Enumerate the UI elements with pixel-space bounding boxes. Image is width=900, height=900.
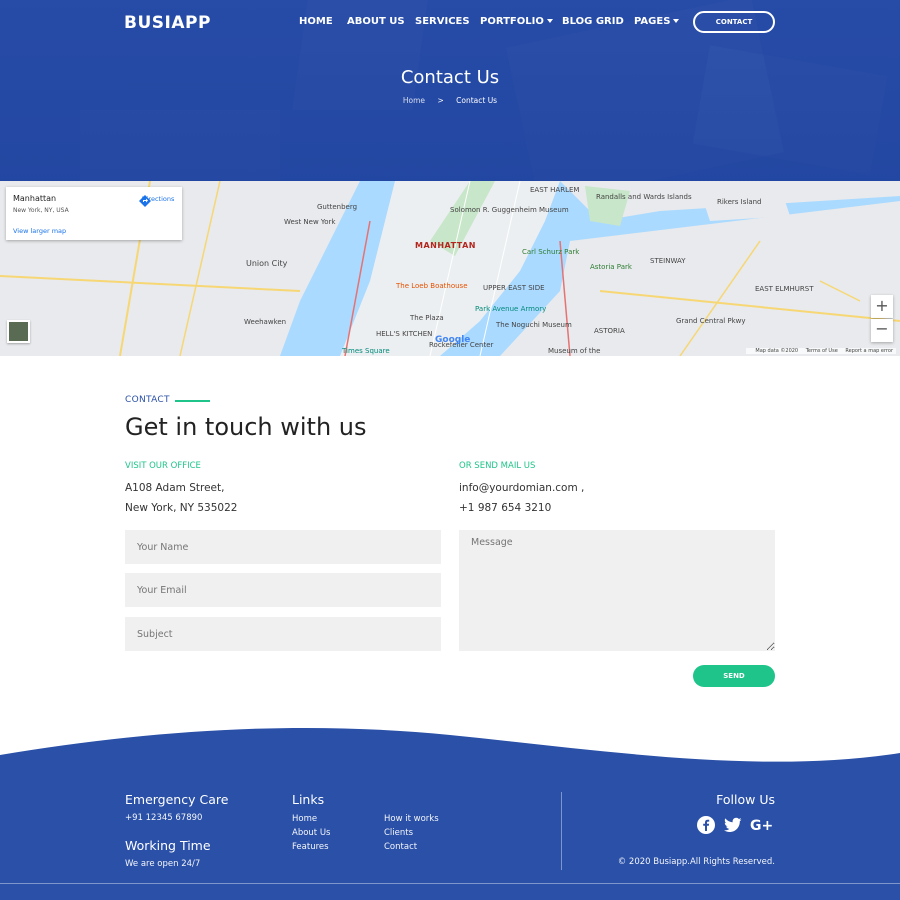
nav-portfolio-label: PORTFOLIO <box>480 16 544 27</box>
map-label-guttenberg: Guttenberg <box>317 203 358 211</box>
map-label-upper-east-side: UPPER EAST SIDE <box>483 284 545 292</box>
google-plus-icon[interactable]: G+ <box>750 816 772 834</box>
map-label-east-harlem: EAST HARLEM <box>530 186 580 194</box>
report-map-error-link[interactable]: Report a map error <box>845 348 893 354</box>
nav-services[interactable]: SERVICES <box>415 16 470 27</box>
working-time-title: Working Time <box>125 838 211 853</box>
eyebrow-divider <box>175 400 210 402</box>
map-label-randalls: Randalls and Wards Islands <box>596 193 692 201</box>
map-label-noguchi-museum: The Noguchi Museum <box>496 321 572 329</box>
email-field[interactable] <box>125 573 441 607</box>
map-card-subtitle: New York, NY, USA <box>13 207 69 214</box>
nav-blog-grid[interactable]: BLOG GRID <box>562 16 624 27</box>
nav-about-us[interactable]: ABOUT US <box>347 16 405 27</box>
map-label-guggenheim: Solomon R. Guggenheim Museum <box>450 206 569 214</box>
emergency-phone: +91 12345 67890 <box>125 813 203 823</box>
section-eyebrow: CONTACT <box>125 395 170 405</box>
footer-bottom-line <box>0 883 900 884</box>
follow-us-title: Follow Us <box>716 792 775 807</box>
hero-banner: BUSIAPP HOME ABOUT US SERVICES PORTFOLIO… <box>0 0 900 181</box>
zoom-out-button[interactable]: − <box>871 319 893 342</box>
map-attribution: Map data ©2020 Terms of Use Report a map… <box>746 348 896 354</box>
chevron-down-icon <box>673 19 680 23</box>
name-field[interactable] <box>125 530 441 564</box>
map-label-steinway: STEINWAY <box>650 257 686 265</box>
footer-link-how-it-works[interactable]: How it works <box>384 814 439 824</box>
footer-link-about-us[interactable]: About Us <box>292 828 330 838</box>
map-label-astoria-park: Astoria Park <box>590 263 632 271</box>
terms-of-use-link[interactable]: Terms of Use <box>806 348 838 354</box>
breadcrumb-separator: > <box>437 96 444 105</box>
map-label-hells-kitchen: HELL'S KITCHEN <box>376 330 433 338</box>
chevron-down-icon <box>546 19 553 23</box>
footer-link-clients[interactable]: Clients <box>384 828 413 838</box>
contact-phone: +1 987 654 3210 <box>459 502 552 514</box>
map-data-text: Map data ©2020 <box>755 348 799 354</box>
google-logo: Google <box>435 335 471 345</box>
nav-pages[interactable]: PAGES <box>634 16 680 27</box>
nav-home[interactable]: HOME <box>299 16 333 27</box>
directions-icon <box>139 195 151 207</box>
map-label-grand-central-pkwy: Grand Central Pkwy <box>676 317 746 325</box>
map-label-times-square: Times Square <box>342 347 390 355</box>
map-label-the-plaza: The Plaza <box>410 314 444 322</box>
map-label-manhattan: MANHATTAN <box>415 241 476 250</box>
map-label-west-new-york: West New York <box>284 218 336 226</box>
map-label-astoria: ASTORIA <box>594 327 625 335</box>
section-heading: Get in touch with us <box>125 413 367 441</box>
map-label-museum-moving: Museum of the <box>548 347 601 355</box>
svg-text:G+: G+ <box>750 818 772 834</box>
footer-divider <box>561 792 562 870</box>
copyright-text: © 2020 Busiapp.All Rights Reserved. <box>617 857 775 867</box>
address-line-2: New York, NY 535022 <box>125 502 238 514</box>
site-logo[interactable]: BUSIAPP <box>124 13 211 33</box>
header-contact-button[interactable]: CONTACT <box>693 11 775 33</box>
breadcrumb: Home > Contact Us <box>0 96 900 105</box>
working-time-text: We are open 24/7 <box>125 859 201 869</box>
view-larger-map-link[interactable]: View larger map <box>13 227 66 235</box>
contact-email[interactable]: info@yourdomian.com , <box>459 482 584 494</box>
footer-link-contact[interactable]: Contact <box>384 842 417 852</box>
satellite-toggle[interactable] <box>7 320 30 343</box>
map-label-rikers: Rikers Island <box>717 198 762 206</box>
google-map[interactable]: Guttenberg West New York Union City Weeh… <box>0 181 900 356</box>
breadcrumb-home-link[interactable]: Home <box>403 96 425 105</box>
map-label-loeb-boathouse: The Loeb Boathouse <box>396 282 468 290</box>
map-label-east-elmhurst: EAST ELMHURST <box>755 285 814 293</box>
footer-link-home[interactable]: Home <box>292 814 317 824</box>
mail-label: OR SEND MAIL US <box>459 461 536 471</box>
address-line-1: A108 Adam Street, <box>125 482 225 494</box>
map-label-weehawken: Weehawken <box>244 318 287 326</box>
breadcrumb-current: Contact Us <box>456 96 498 105</box>
map-label-park-avenue-armory: Park Avenue Armory <box>475 305 547 313</box>
map-card-title: Manhattan <box>13 194 57 203</box>
map-info-card: Manhattan New York, NY, USA View larger … <box>6 187 182 240</box>
subject-field[interactable] <box>125 617 441 651</box>
page-title: Contact Us <box>400 67 500 88</box>
nav-portfolio[interactable]: PORTFOLIO <box>480 16 553 27</box>
send-button[interactable]: SEND <box>693 665 775 687</box>
footer-link-features[interactable]: Features <box>292 842 329 852</box>
twitter-icon[interactable] <box>724 816 742 834</box>
nav-pages-label: PAGES <box>634 16 671 27</box>
directions-button[interactable]: Directions <box>139 195 177 207</box>
links-title: Links <box>292 792 325 807</box>
message-field[interactable] <box>459 530 775 651</box>
facebook-icon[interactable] <box>697 816 715 834</box>
office-label: VISIT OUR OFFICE <box>125 461 201 471</box>
map-label-carl-schurz: Carl Schurz Park <box>522 248 580 256</box>
map-label-union-city: Union City <box>246 259 288 268</box>
zoom-in-button[interactable]: + <box>871 295 893 318</box>
emergency-title: Emergency Care <box>125 792 229 807</box>
